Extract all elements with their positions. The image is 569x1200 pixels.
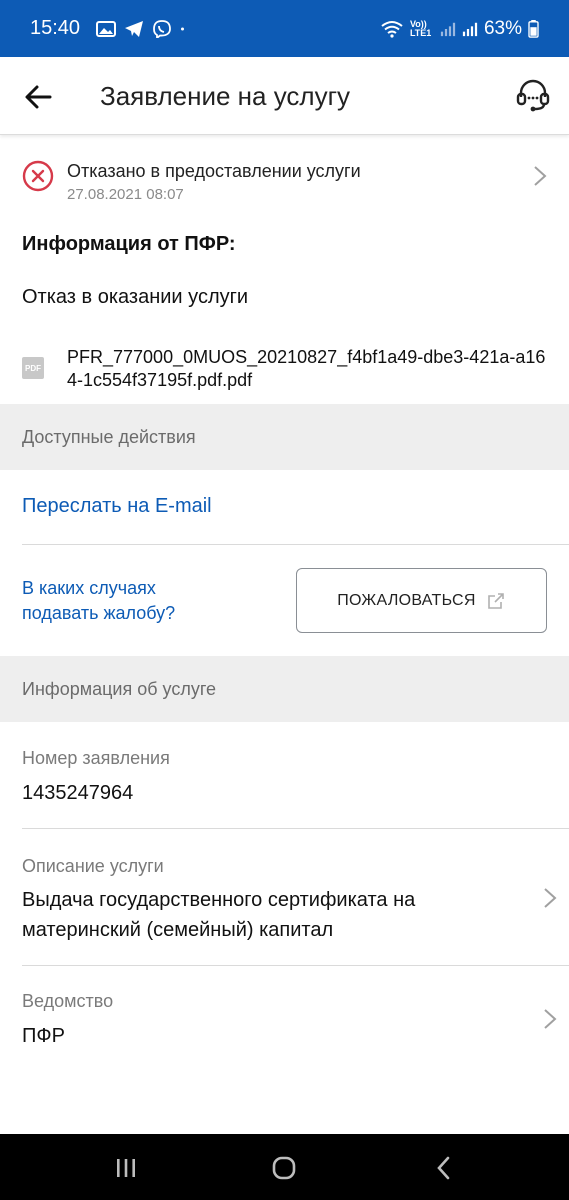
notification-icons <box>96 19 190 38</box>
field-value-line1: Выдача государственного сертификата на <box>22 889 416 911</box>
field-value: 1435247964 <box>22 782 134 804</box>
gallery-icon <box>96 20 117 37</box>
complain-button-label: ПОЖАЛОВАТЬСЯ <box>337 591 476 609</box>
info-text: Отказ в оказании услуги <box>22 286 249 308</box>
complaint-info-line1: В каких случаях <box>22 578 156 598</box>
field-label: Ведомство <box>22 991 114 1011</box>
section-service-info: Информация об услуге <box>0 656 569 722</box>
complain-button[interactable]: ПОЖАЛОВАТЬСЯ <box>296 568 547 633</box>
dot-icon <box>181 27 185 30</box>
field-value: ПФР <box>22 1025 65 1047</box>
field-value-line2: материнский (семейный) капитал <box>22 919 334 941</box>
chevron-right-icon <box>544 1009 557 1029</box>
complaint-info-line2: подавать жалобу? <box>22 603 176 623</box>
forward-email-link[interactable]: Переслать на E-mail <box>22 495 212 518</box>
application-status-row[interactable]: Отказано в предоставлении услуги 27.08.2… <box>0 150 569 210</box>
divider <box>22 828 569 829</box>
viber-icon <box>153 19 171 38</box>
recent-apps-icon[interactable] <box>112 1154 140 1182</box>
status-date: 27.08.2021 08:07 <box>67 186 184 203</box>
wifi-icon <box>381 20 403 38</box>
attached-file[interactable]: PDF PFR_777000_0MUOS_20210827_f4bf1a49-d… <box>0 345 569 395</box>
file-name-link[interactable]: PFR_777000_0MUOS_20210827_f4bf1a49-dbe3-… <box>67 346 547 392</box>
battery-percent: 63% <box>483 17 522 39</box>
section-label: Доступные действия <box>22 427 196 447</box>
pdf-file-icon: PDF <box>22 357 44 379</box>
status-bar: 15:40 Vo)) LTE1 63% <box>0 0 569 57</box>
signal-icon <box>462 22 478 36</box>
back-arrow-icon[interactable] <box>22 81 54 113</box>
field-label: Номер заявления <box>22 748 170 768</box>
home-icon[interactable] <box>270 1154 298 1182</box>
section-label: Информация об услуге <box>22 679 217 699</box>
section-available-actions: Доступные действия <box>0 404 569 470</box>
support-headset-icon[interactable] <box>513 75 553 115</box>
rejected-cross-icon <box>22 160 54 192</box>
chevron-right-icon <box>534 166 547 186</box>
info-heading: Информация от ПФР: <box>22 233 236 255</box>
system-status: Vo)) LTE1 63% <box>380 18 539 40</box>
battery-icon <box>528 19 539 38</box>
back-nav-icon[interactable] <box>430 1154 458 1182</box>
field-label: Описание услуги <box>22 856 164 876</box>
app-bar: Заявление на услугу <box>0 57 569 135</box>
system-navigation-bar <box>0 1134 569 1200</box>
divider <box>22 965 569 966</box>
volte-icon: Vo)) LTE1 <box>409 18 432 38</box>
status-text: Отказано в предоставлении услуги <box>67 161 361 181</box>
external-link-icon <box>487 592 504 609</box>
telegram-icon <box>125 20 144 37</box>
signal-icon <box>440 22 456 36</box>
page-title: Заявление на услугу <box>100 81 351 111</box>
complaint-info-link[interactable]: В каких случаях подавать жалобу? <box>22 576 175 626</box>
status-time: 15:40 <box>30 17 81 39</box>
divider <box>22 544 569 545</box>
chevron-right-icon <box>544 888 557 908</box>
